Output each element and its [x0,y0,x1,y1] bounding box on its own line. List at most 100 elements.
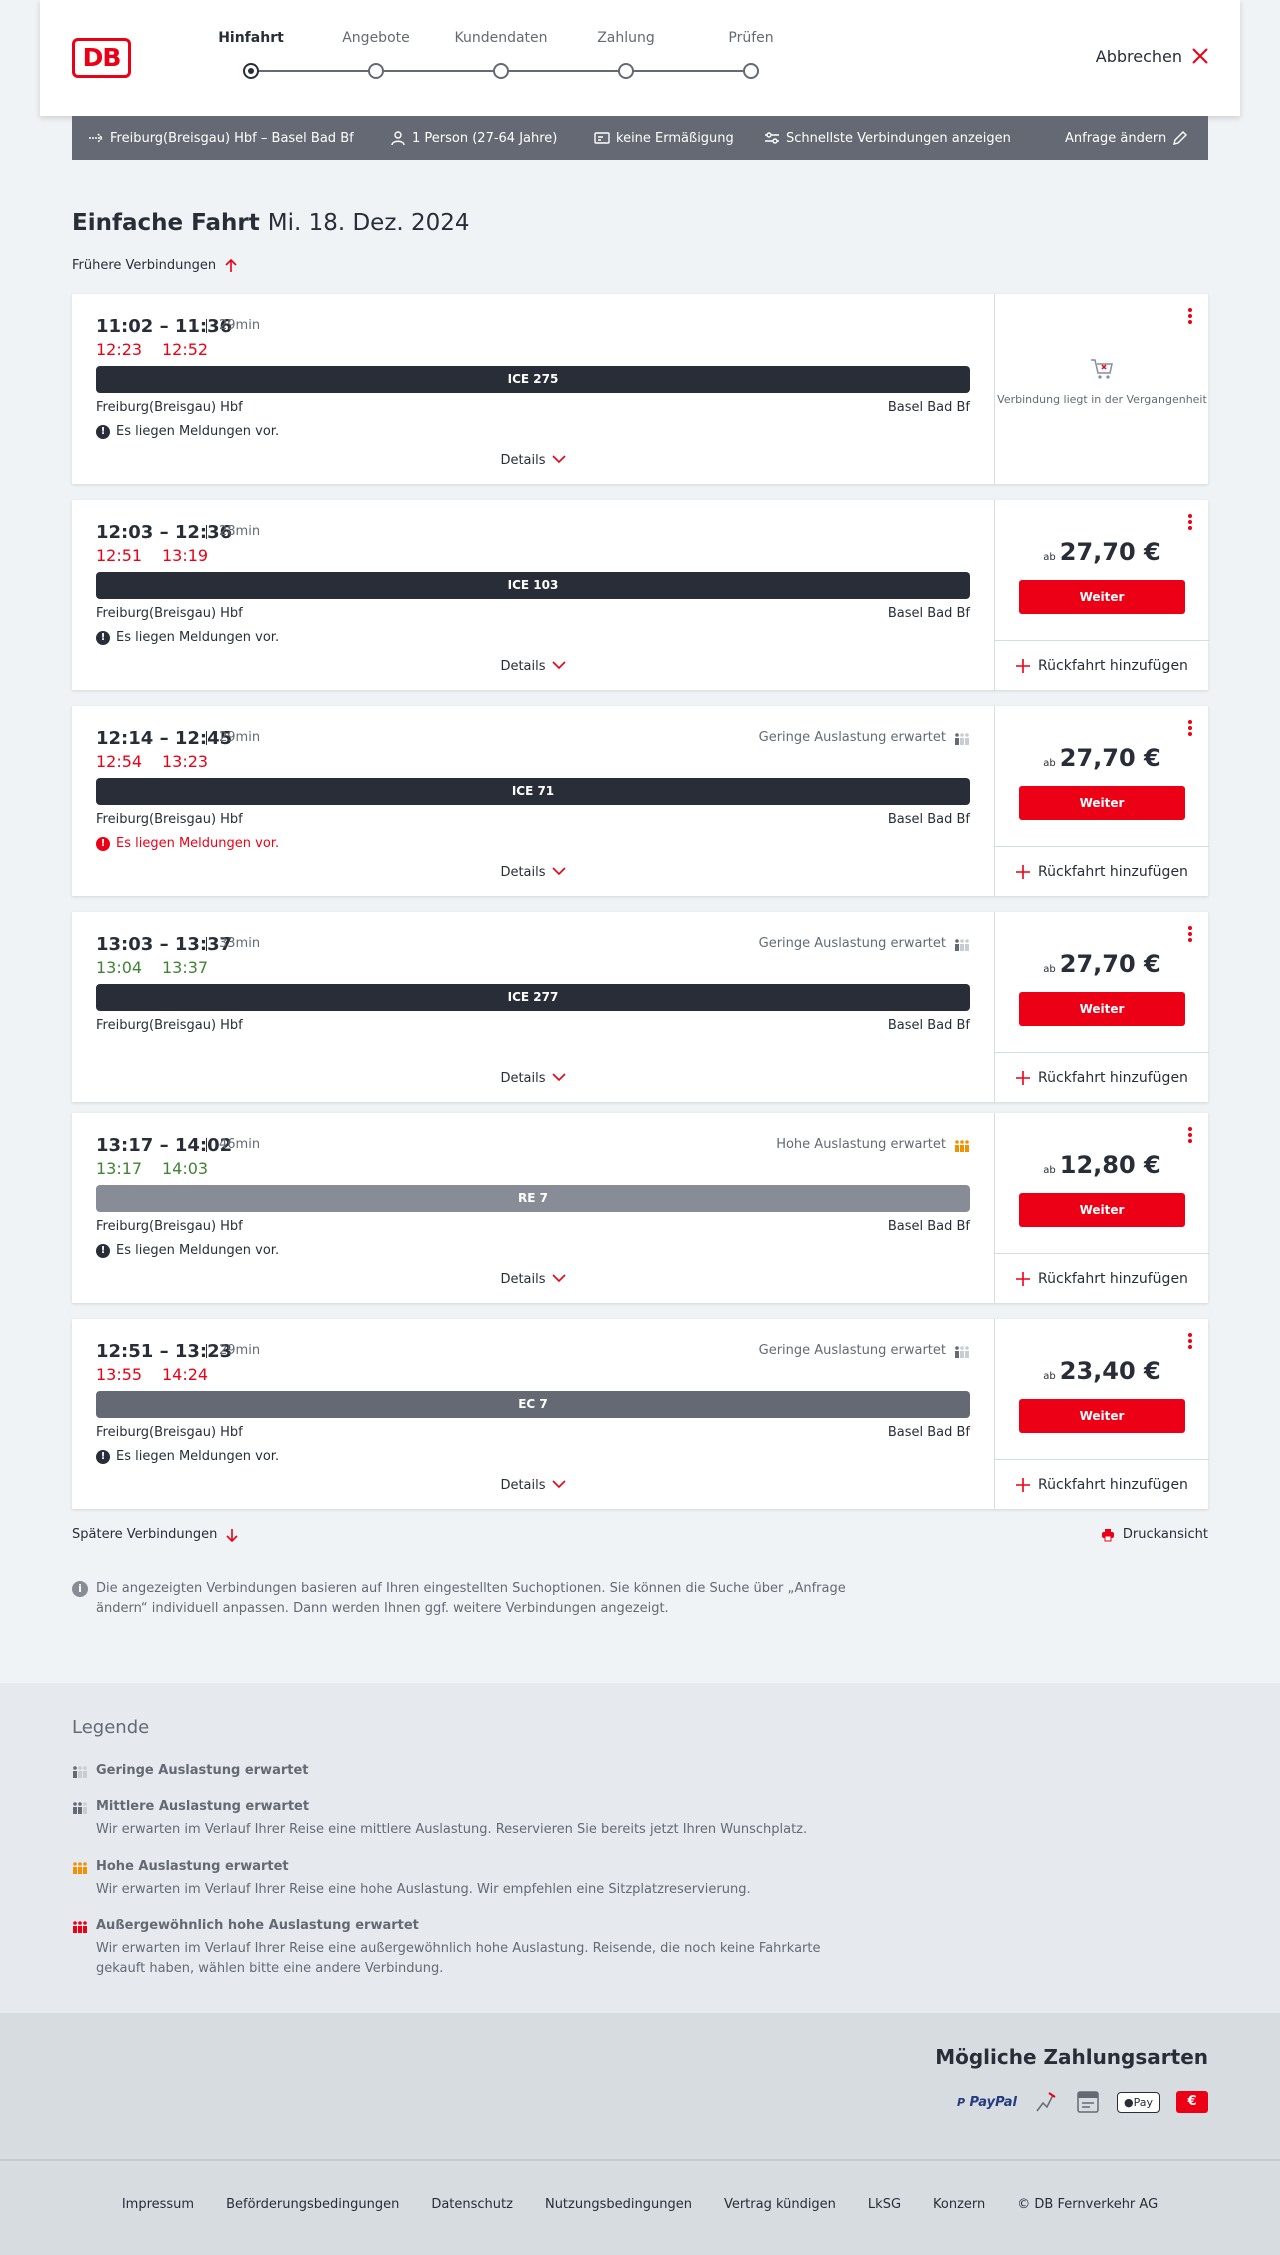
price-value: 27,70 € [1059,744,1161,772]
realtime-times: 13:55 14:24 [96,1365,228,1384]
alert-icon: ! [96,1243,110,1258]
details-toggle[interactable]: Details [72,453,994,468]
realtime-departure: 13:04 [96,958,143,977]
occupancy-high-icon [73,1861,87,1874]
step-label: Hinfahrt [218,30,284,46]
more-options-icon[interactable] [1188,926,1192,942]
duration: 29min [206,1344,260,1358]
occupancy-mid-icon [73,1801,87,1814]
realtime-arrival: 13:19 [162,546,209,565]
connection-info: 12:51 – 13:23 29min 13:55 14:24 Geringe A… [72,1319,994,1509]
footer-link[interactable]: Nutzungsbedingungen [545,2197,692,2212]
realtime-times: 13:04 13:37 [96,958,228,977]
later-connections-link[interactable]: Spätere Verbindungen [72,1527,239,1542]
footer-link[interactable]: Konzern [933,2197,985,2212]
train-bar[interactable]: ICE 275 [96,366,970,393]
payment-section: Mögliche Zahlungsarten P PayPal ●Pay € [0,2013,1280,2159]
connection-card[interactable]: 12:14 – 12:45 29min 12:54 13:23 Geringe A… [72,706,1209,896]
connection-card[interactable]: 13:03 – 13:37 33min 13:04 13:37 Geringe A… [72,912,1209,1102]
realtime-arrival: 13:37 [162,958,209,977]
footer-link[interactable]: Datenschutz [431,2197,513,2212]
details-toggle[interactable]: Details [72,865,994,880]
step-dot [743,63,759,79]
add-return-trip-button[interactable]: Rückfahrt hinzufügen [995,1052,1209,1102]
db-card-icon: € [1176,2091,1208,2113]
printer-icon [1101,1528,1114,1541]
more-options-icon[interactable] [1188,1127,1192,1143]
add-return-trip-button[interactable]: Rückfahrt hinzufügen [995,1253,1209,1303]
price-value: 27,70 € [1059,950,1161,978]
price-value: 23,40 € [1059,1357,1161,1385]
cart-icon [1091,359,1113,379]
add-return-trip-button[interactable]: Rückfahrt hinzufügen [995,846,1209,896]
page-title: Einfache Fahrt Mi. 18. Dez. 2024 [72,210,470,236]
continue-button[interactable]: Weiter [1019,580,1185,614]
step-label: Prüfen [728,30,774,46]
train-bar[interactable]: RE 7 [96,1185,970,1212]
more-options-icon[interactable] [1188,720,1192,736]
details-toggle[interactable]: Details [72,659,994,674]
origin-station: Freiburg(Breisgau) Hbf [96,606,243,621]
more-options-icon[interactable] [1188,514,1192,530]
duration: 46min [206,1138,260,1152]
add-return-trip-button[interactable]: Rückfahrt hinzufügen [995,1459,1209,1509]
print-view-link[interactable]: Druckansicht [1101,1527,1208,1542]
destination-station: Basel Bad Bf [887,1219,970,1234]
alert-icon: ! [96,1449,110,1464]
earlier-connections-link[interactable]: Frühere Verbindungen [72,258,238,273]
train-bar[interactable]: ICE 277 [96,984,970,1011]
continue-button[interactable]: Weiter [1019,786,1185,820]
filter-icon [765,132,779,144]
add-return-trip-button[interactable]: Rückfahrt hinzufügen [995,640,1209,690]
origin-station: Freiburg(Breisgau) Hbf [96,1219,243,1234]
more-options-icon[interactable] [1188,308,1192,324]
occupancy-low-icon [955,732,969,745]
route-text: Freiburg(Breisgau) Hbf – Basel Bad Bf [110,130,354,146]
continue-button[interactable]: Weiter [1019,1193,1185,1227]
plus-icon [1016,1271,1031,1286]
step-hinfahrt[interactable]: Hinfahrt [196,30,306,79]
details-toggle[interactable]: Details [72,1478,994,1493]
connection-card[interactable]: 13:17 – 14:02 46min 13:17 14:03 Hohe Ausl… [72,1113,1209,1303]
load-text: Geringe Auslastung erwartet [758,730,946,745]
legend-item: Hohe Auslastung erwartet Wir erwarten im … [72,1859,872,1900]
connection-card[interactable]: 12:51 – 13:23 29min 13:55 14:24 Geringe A… [72,1319,1209,1509]
footer-link[interactable]: Beförderungsbedingungen [226,2197,399,2212]
trip-date: Mi. 18. Dez. 2024 [267,210,470,236]
offer-panel: ab 27,70 € Weiter Rückfahrt hinzufügen [994,912,1209,1102]
more-options-icon[interactable] [1188,1333,1192,1349]
details-label: Details [500,1272,546,1287]
price-prefix: ab [1043,1165,1056,1176]
load-text: Geringe Auslastung erwartet [758,1343,946,1358]
change-query-button[interactable]: Anfrage ändern [1065,130,1188,146]
footer-link[interactable]: Vertrag kündigen [724,2197,836,2212]
info-note: i Die angezeigten Verbindungen basieren … [72,1579,852,1619]
realtime-times: 12:51 13:19 [96,546,228,565]
offer-panel: Verbindung liegt in der Vergangenheit [994,294,1208,484]
cancel-button[interactable]: Abbrechen [1096,46,1210,66]
info-text: Die angezeigten Verbindungen basieren au… [96,1581,846,1616]
footer-link[interactable]: Impressum [122,2197,194,2212]
price-value: 27,70 € [1059,538,1161,566]
connection-card[interactable]: 12:03 – 12:36 28min 12:51 13:19 ICE 103 F… [72,500,1209,690]
train-bar[interactable]: ICE 103 [96,572,970,599]
continue-button[interactable]: Weiter [1019,1399,1185,1433]
load-indicator: Geringe Auslastung erwartet [759,730,970,745]
train-bar[interactable]: ICE 71 [96,778,970,805]
details-label: Details [500,659,546,674]
step-dot [368,63,384,79]
occupancy-extreme-icon [73,1920,87,1933]
db-logo[interactable]: DB [72,38,131,78]
continue-button[interactable]: Weiter [1019,992,1185,1026]
step-angebote: Angebote [321,30,431,79]
details-label: Details [500,453,546,468]
footer-link[interactable]: LkSG [868,2197,901,2212]
connection-info: 12:03 – 12:36 28min 12:51 13:19 ICE 103 F… [72,500,994,690]
connection-card[interactable]: 11:02 – 11:36 29min 12:23 12:52 ICE 275 F… [72,294,1208,484]
load-text: Hohe Auslastung erwartet [776,1137,946,1152]
details-toggle[interactable]: Details [72,1071,994,1086]
alert-icon: ! [96,630,110,645]
details-toggle[interactable]: Details [72,1272,994,1287]
train-bar[interactable]: EC 7 [96,1391,970,1418]
legend-item-desc: Wir erwarten im Verlauf Ihrer Reise eine… [96,1941,821,1976]
